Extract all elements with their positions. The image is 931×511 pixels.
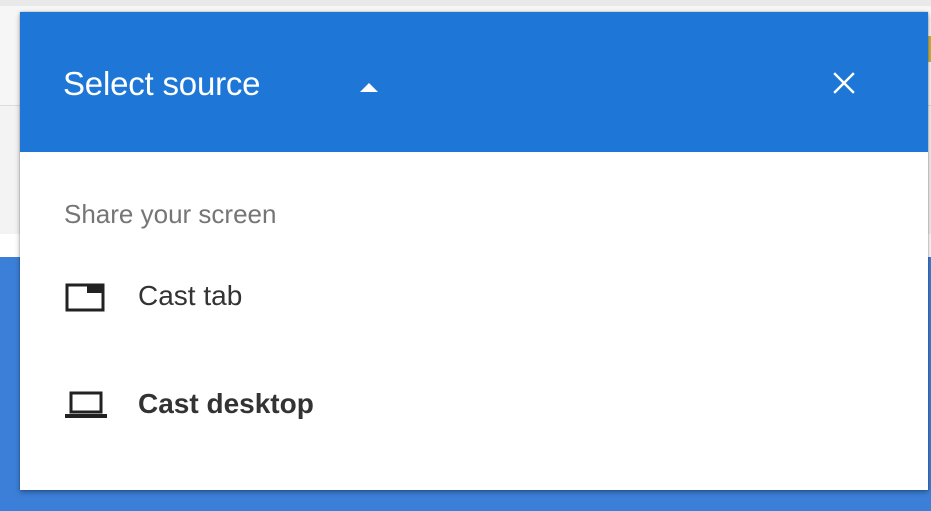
close-button[interactable] [817,60,871,106]
browser-tab-icon [65,283,105,312]
laptop-icon [65,391,107,418]
cast-tab-label: Cast tab [138,280,243,311]
caret-up-icon[interactable] [360,83,378,92]
cast-desktop-label: Cast desktop [138,388,314,419]
dialog-header: Select source [20,12,928,152]
close-icon [833,72,855,94]
dialog-title: Select source [63,65,261,102]
share-screen-label: Share your screen [64,199,277,229]
cast-tab-item[interactable]: Cast tab [20,260,928,332]
cast-desktop-item[interactable]: Cast desktop [20,368,928,440]
cast-source-dialog: Select source Share your screen Cast tab… [20,12,928,490]
